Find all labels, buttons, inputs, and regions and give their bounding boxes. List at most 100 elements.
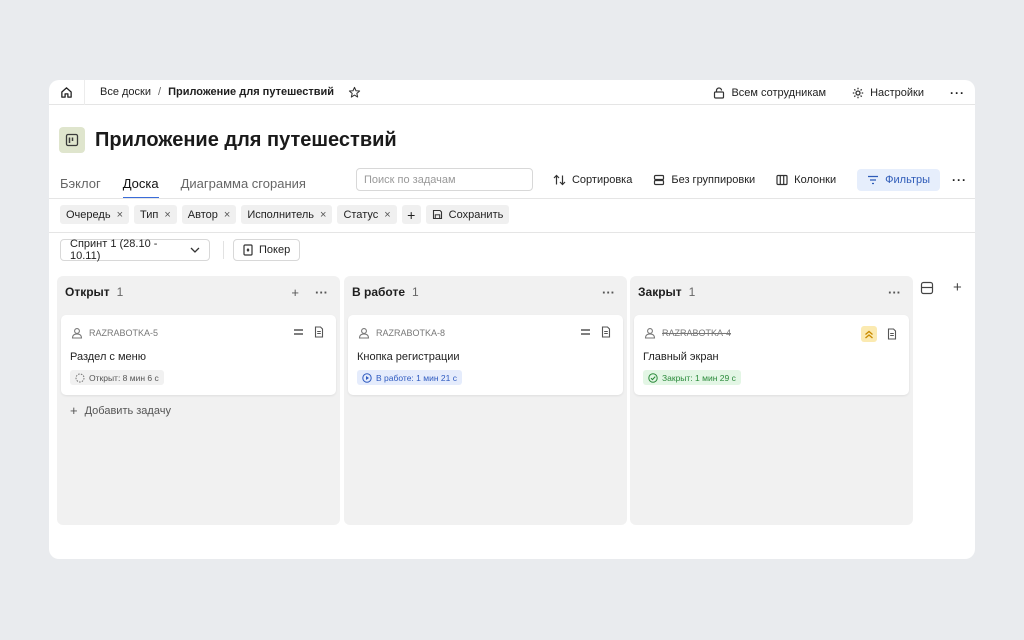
filter-icon [868, 175, 879, 184]
close-icon[interactable]: × [117, 209, 123, 221]
poker-label: Покер [259, 244, 291, 256]
close-icon[interactable]: × [224, 209, 230, 221]
task-card[interactable]: RAZRABOTKA-4 Главный экран Закрыт: 1 мин… [634, 315, 909, 395]
view-tabs: Бэклог Доска Диаграмма сгорания [60, 176, 306, 199]
close-icon[interactable]: × [164, 209, 170, 221]
status-label: Закрыт: 1 мин 29 с [662, 372, 736, 383]
task-key[interactable]: RAZRABOTKA-5 [71, 327, 158, 339]
user-icon [71, 328, 83, 339]
filter-chips: Очередь × Тип × Автор × Исполнитель × Статус… [60, 205, 510, 224]
column-count: 1 [412, 285, 419, 299]
status-badge: В работе: 1 мин 21 с [357, 370, 462, 385]
filter-chip-queue[interactable]: Очередь × [60, 205, 129, 224]
sprint-select[interactable]: Спринт 1 (28.10 - 10.11) [60, 238, 210, 262]
filters-button[interactable]: Фильтры [857, 168, 940, 191]
column-more-button[interactable]: ··· [315, 285, 328, 300]
add-column-button[interactable]: + [953, 279, 962, 296]
archive-icon[interactable] [920, 281, 934, 295]
priority-normal-icon [581, 329, 590, 335]
chevron-down-icon [190, 247, 200, 253]
columns-icon [776, 174, 788, 185]
task-key-label: RAZRABOTKA-4 [662, 328, 732, 338]
board-window: Все доски / Приложение для путешествий В… [49, 80, 975, 559]
tab-backlog[interactable]: Бэклог [60, 176, 101, 199]
play-icon [362, 372, 372, 383]
gear-icon [852, 87, 864, 98]
filter-chip-assignee[interactable]: Исполнитель × [241, 205, 333, 224]
close-icon[interactable]: × [384, 209, 390, 221]
more-menu-button[interactable]: ··· [950, 86, 965, 100]
breadcrumb-current: Приложение для путешествий [168, 86, 335, 98]
tab-burndown[interactable]: Диаграмма сгорания [181, 176, 306, 199]
project-header: Приложение для путешествий [59, 127, 397, 153]
columns-button[interactable]: Колонки [776, 174, 836, 186]
status-badge: Закрыт: 1 мин 29 с [643, 370, 741, 385]
close-icon[interactable]: × [320, 209, 326, 221]
status-badge: Открыт: 8 мин 6 с [70, 370, 164, 385]
settings-button[interactable]: Настройки [852, 87, 924, 99]
sprint-label: Спринт 1 (28.10 - 10.11) [70, 238, 158, 262]
lock-icon [714, 86, 725, 99]
page-title: Приложение для путешествий [95, 128, 397, 151]
status-label: В работе: 1 мин 21 с [376, 372, 457, 383]
project-icon [59, 127, 85, 153]
share-label: Всем сотрудникам [731, 86, 827, 99]
column-count: 1 [116, 285, 124, 299]
task-key[interactable]: RAZRABOTKA-4 [644, 327, 731, 339]
task-key[interactable]: RAZRABOTKA-8 [358, 327, 445, 339]
add-task-label: Добавить задачу [84, 404, 171, 417]
sort-button[interactable]: Сортировка [553, 174, 632, 186]
settings-label: Настройки [870, 86, 924, 99]
column-more-button[interactable]: ··· [602, 285, 615, 300]
home-button[interactable] [49, 80, 85, 105]
document-icon [887, 328, 897, 340]
toolbar-more-button[interactable]: ··· [952, 173, 967, 187]
add-task-button[interactable]: + Добавить задачу [70, 403, 171, 418]
column-title: В работе [352, 285, 405, 299]
breadcrumb-separator: / [158, 86, 162, 98]
add-icon[interactable]: + [291, 285, 299, 300]
filter-chip-type[interactable]: Тип × [134, 205, 177, 224]
share-button[interactable]: Всем сотрудникам [713, 87, 826, 99]
card-icon [243, 244, 253, 256]
check-circle-icon [648, 372, 658, 383]
search-input[interactable]: Поиск по задачам [355, 168, 533, 191]
star-icon [348, 86, 361, 98]
task-title: Главный экран [643, 351, 719, 363]
grouping-button[interactable]: Без группировки [653, 174, 755, 186]
column-open: Открыт 1 + ··· RAZRABOTKA-5 Раздел с меню… [57, 276, 340, 525]
task-card[interactable]: RAZRABOTKA-5 Раздел с меню Открыт: 8 мин… [61, 315, 336, 395]
task-card[interactable]: RAZRABOTKA-8 Кнопка регистрации В работе… [348, 315, 623, 395]
filter-chip-author[interactable]: Автор × [181, 205, 237, 224]
tab-board[interactable]: Доска [122, 176, 159, 199]
priority-high-icon [861, 326, 877, 342]
column-closed: Закрыт 1 ··· RAZRABOTKA-4 Главный экран З… [630, 276, 913, 525]
board-toolbar: Поиск по задачам Сортировка Без группиро… [355, 168, 967, 191]
divider [49, 232, 975, 233]
status-label: Открыт: 8 мин 6 с [89, 372, 159, 383]
favorite-button[interactable] [348, 86, 361, 99]
status-open-icon [75, 373, 85, 382]
grouping-icon [654, 174, 665, 185]
grouping-label: Без группировки [671, 173, 756, 186]
column-title: Закрыт [638, 285, 682, 299]
columns-label: Колонки [794, 173, 837, 186]
add-filter-button[interactable]: + [401, 205, 421, 224]
task-title: Кнопка регистрации [357, 351, 460, 363]
board-side-actions: + [920, 279, 962, 296]
filter-chip-status[interactable]: Статус × [337, 205, 397, 224]
breadcrumb-all-boards[interactable]: Все доски [100, 86, 151, 98]
home-icon [61, 86, 72, 98]
column-more-button[interactable]: ··· [888, 285, 901, 300]
task-key-label: RAZRABOTKA-5 [89, 328, 159, 338]
user-icon [358, 328, 370, 339]
save-filter-button[interactable]: Сохранить [425, 205, 510, 224]
sort-icon [553, 174, 566, 185]
poker-button[interactable]: Покер [233, 239, 301, 261]
save-icon [432, 209, 442, 220]
chip-label: Автор [187, 208, 218, 221]
priority-normal-icon [294, 329, 303, 335]
breadcrumb: Все доски / Приложение для путешествий [100, 86, 334, 98]
column-count: 1 [688, 285, 696, 299]
chip-label: Статус [343, 208, 379, 221]
